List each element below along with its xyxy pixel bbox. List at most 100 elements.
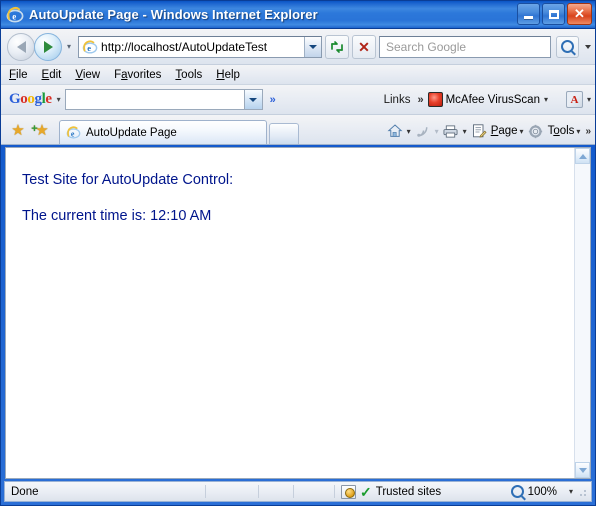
menu-item-view[interactable]: View — [75, 69, 100, 81]
page-menu-icon-wrap[interactable] — [469, 121, 489, 141]
menu-item-tools[interactable]: Tools — [175, 69, 202, 81]
page-document-icon — [472, 124, 487, 138]
history-dropdown-button[interactable]: ▾ — [67, 42, 71, 51]
new-tab-button[interactable] — [269, 123, 299, 144]
print-button[interactable] — [441, 121, 461, 141]
maximize-button[interactable] — [542, 3, 565, 25]
internet-explorer-icon: e — [82, 39, 98, 54]
zoom-control[interactable]: 100% ▾ — [505, 482, 579, 501]
home-caret-icon[interactable]: ▾ — [407, 127, 411, 136]
web-page-body: Test Site for AutoUpdate Control: The cu… — [6, 148, 574, 478]
security-zone-icon — [341, 484, 356, 499]
search-input[interactable]: Search Google — [379, 35, 551, 58]
checkmark-icon: ✓ — [360, 483, 372, 500]
feeds-button[interactable] — [413, 121, 433, 141]
mcafee-virusscan-button[interactable]: McAfee VirusScan — [427, 92, 540, 107]
google-search-dropdown[interactable] — [243, 90, 262, 109]
google-toolbar-overflow-button[interactable]: » — [270, 94, 276, 106]
address-dropdown-button[interactable] — [304, 36, 321, 57]
search-placeholder: Search Google — [386, 39, 467, 54]
zoom-level-label: 100% — [527, 485, 557, 498]
page-menu-button[interactable]: Page — [491, 125, 518, 137]
search-icon — [561, 40, 574, 53]
menu-bar: File Edit View Favorites Tools Help — [1, 65, 595, 85]
stop-button[interactable]: ✕ — [352, 34, 376, 59]
chevron-down-icon — [578, 467, 587, 473]
content-area: Test Site for AutoUpdate Control: The cu… — [5, 147, 591, 479]
page-caret-icon[interactable]: ▾ — [520, 127, 524, 136]
security-zone-cell[interactable]: ✓ Trusted sites — [335, 482, 447, 501]
tab-bar: ★ + ★ e AutoUpdate Page ▾ ▾ ▾ Page ▾ Too… — [1, 115, 595, 145]
tools-menu-button[interactable]: Tools — [548, 125, 575, 137]
internet-explorer-icon: e — [66, 126, 81, 139]
pdf-caret-icon[interactable]: ▾ — [587, 95, 591, 104]
refresh-icon — [331, 40, 343, 53]
address-input[interactable]: e http://localhost/AutoUpdateTest — [78, 35, 322, 58]
command-bar: ▾ ▾ ▾ Page ▾ Tools ▾ » — [385, 121, 591, 141]
internet-explorer-icon: e — [6, 6, 24, 22]
title-bar: e AutoUpdate Page - Windows Internet Exp… — [1, 1, 595, 29]
tab-title: AutoUpdate Page — [86, 126, 177, 139]
menu-item-file[interactable]: File — [9, 69, 28, 81]
home-icon — [387, 124, 403, 137]
add-to-favorites-button[interactable]: + ★ — [31, 118, 53, 142]
menu-item-favorites[interactable]: Favorites — [114, 69, 161, 81]
window-title: AutoUpdate Page - Windows Internet Explo… — [29, 7, 318, 22]
tools-caret-icon[interactable]: ▾ — [576, 127, 580, 136]
status-blank-cell-3 — [294, 482, 334, 501]
svg-text:e: e — [87, 43, 91, 53]
address-bar-row: ▾ e http://localhost/AutoUpdateTest ✕ Se… — [1, 29, 595, 65]
svg-text:e: e — [71, 129, 75, 138]
status-blank-cell-2 — [259, 482, 293, 501]
minimize-icon — [524, 16, 533, 19]
google-logo: Google — [9, 91, 52, 107]
mcafee-label: McAfee VirusScan — [445, 93, 540, 106]
status-blank-cell-1 — [206, 482, 258, 501]
links-overflow-button[interactable]: » — [417, 94, 423, 106]
search-submit-button[interactable] — [556, 35, 579, 58]
chevron-up-icon — [578, 153, 587, 159]
status-bar: Done ✓ Trusted sites 100% ▾ — [4, 481, 592, 502]
adobe-pdf-icon[interactable]: A — [565, 91, 583, 108]
printer-icon — [443, 124, 458, 138]
address-url-text: http://localhost/AutoUpdateTest — [101, 39, 268, 54]
mcafee-caret-icon[interactable]: ▾ — [544, 95, 548, 104]
page-heading: Test Site for AutoUpdate Control: — [22, 172, 234, 188]
search-provider-caret-icon[interactable] — [585, 44, 591, 49]
minimize-button[interactable] — [517, 3, 540, 25]
google-menu-caret-icon[interactable]: ▾ — [57, 95, 61, 104]
scroll-down-button[interactable] — [575, 462, 590, 478]
forward-button[interactable] — [34, 32, 62, 61]
rss-feed-icon — [417, 126, 428, 137]
plus-icon: + — [31, 122, 38, 135]
scroll-up-button[interactable] — [575, 148, 590, 164]
vertical-scrollbar[interactable] — [574, 148, 590, 478]
zoom-caret-icon[interactable]: ▾ — [569, 487, 573, 496]
favorites-center-button[interactable]: ★ — [7, 118, 29, 142]
back-button[interactable] — [7, 32, 35, 61]
browser-tab[interactable]: e AutoUpdate Page — [59, 120, 267, 144]
commandbar-overflow-button[interactable]: » — [585, 126, 591, 137]
home-button[interactable] — [385, 121, 405, 141]
gear-icon — [528, 124, 543, 138]
feeds-caret-icon: ▾ — [434, 126, 439, 136]
page-current-time: The current time is: 12:10 AM — [22, 208, 212, 224]
close-icon: ✕ — [358, 38, 370, 55]
menu-item-help[interactable]: Help — [216, 69, 240, 81]
google-search-input[interactable] — [64, 89, 263, 110]
refresh-button[interactable] — [325, 34, 349, 59]
print-caret-icon[interactable]: ▾ — [463, 127, 467, 136]
google-toolbar: Google ▾ » Links » McAfee VirusScan ▾ A … — [1, 85, 595, 115]
maximize-icon — [548, 9, 559, 19]
status-text: Done — [11, 485, 39, 498]
resize-grip[interactable] — [579, 486, 589, 497]
chevron-down-icon — [249, 97, 258, 102]
star-icon: ★ — [11, 121, 25, 139]
links-label[interactable]: Links — [384, 94, 411, 106]
close-icon: ✕ — [574, 6, 585, 21]
close-button[interactable]: ✕ — [567, 3, 592, 25]
back-arrow-icon — [16, 40, 26, 53]
menu-item-edit[interactable]: Edit — [42, 69, 62, 81]
forward-arrow-icon — [43, 40, 53, 53]
tools-menu-icon-wrap[interactable] — [526, 121, 546, 141]
